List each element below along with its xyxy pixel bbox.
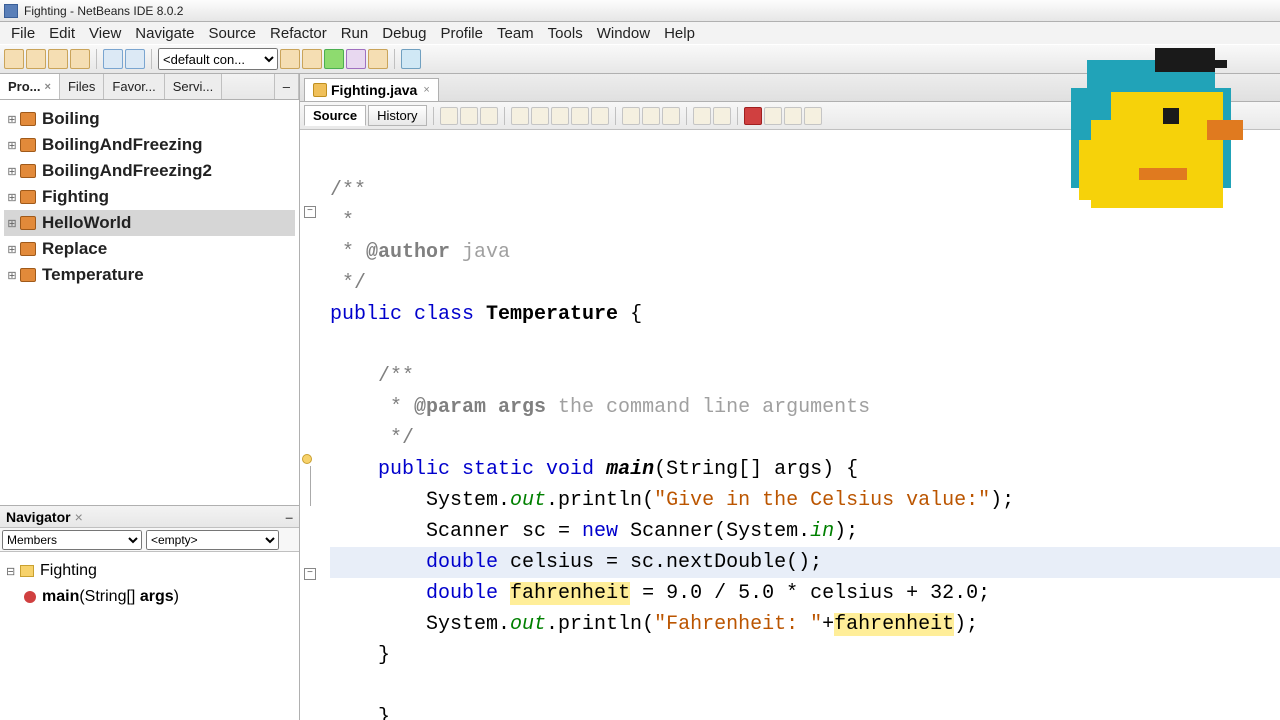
nav-class[interactable]: ⊟Fighting <box>6 558 293 584</box>
duck-logo-icon <box>1046 48 1256 228</box>
menu-file[interactable]: File <box>4 23 42 44</box>
editor-tool-icon[interactable] <box>551 107 569 125</box>
window-title: Fighting - NetBeans IDE 8.0.2 <box>24 4 183 18</box>
method-icon <box>24 591 36 603</box>
project-icon <box>20 190 36 204</box>
menu-debug[interactable]: Debug <box>375 23 433 44</box>
new-file-icon[interactable] <box>4 49 24 69</box>
menu-team[interactable]: Team <box>490 23 541 44</box>
minimize-panel-icon[interactable]: – <box>285 509 293 525</box>
editor-tool-icon[interactable] <box>460 107 478 125</box>
close-icon[interactable]: × <box>45 81 51 93</box>
fold-toggle-icon[interactable]: − <box>304 206 316 218</box>
editor-tool-icon[interactable] <box>511 107 529 125</box>
save-all-icon[interactable] <box>70 49 90 69</box>
new-project-icon[interactable] <box>26 49 46 69</box>
menu-source[interactable]: Source <box>201 23 263 44</box>
project-boilingandfreezing2[interactable]: ⊞BoilingAndFreezing2 <box>4 158 295 184</box>
run-config-select[interactable]: <default con... <box>158 48 278 70</box>
menu-edit[interactable]: Edit <box>42 23 82 44</box>
navigator-panel: Navigator × – Members <empty> ⊟Fighting … <box>0 505 299 720</box>
tab-services[interactable]: Servi... <box>165 74 222 99</box>
editor-tool-icon[interactable] <box>784 107 802 125</box>
menu-window[interactable]: Window <box>590 23 657 44</box>
menu-run[interactable]: Run <box>334 23 376 44</box>
navigator-tree[interactable]: ⊟Fighting main(String[] args) <box>0 552 299 720</box>
fold-toggle-icon[interactable]: − <box>304 568 316 580</box>
breakpoint-icon[interactable] <box>744 107 762 125</box>
tab-files[interactable]: Files <box>60 74 104 99</box>
menu-help[interactable]: Help <box>657 23 702 44</box>
tab-projects[interactable]: Pro...× <box>0 74 60 99</box>
close-icon[interactable]: × <box>75 509 83 525</box>
project-replace[interactable]: ⊞Replace <box>4 236 295 262</box>
nav-method-main[interactable]: main(String[] args) <box>6 584 293 610</box>
menu-refactor[interactable]: Refactor <box>263 23 334 44</box>
step-icon[interactable] <box>401 49 421 69</box>
project-icon <box>20 216 36 230</box>
class-icon <box>20 565 34 577</box>
editor-tool-icon[interactable] <box>480 107 498 125</box>
minimize-panel-icon[interactable]: – <box>274 74 299 99</box>
project-boilingandfreezing[interactable]: ⊞BoilingAndFreezing <box>4 132 295 158</box>
editor-tool-icon[interactable] <box>622 107 640 125</box>
editor-tool-icon[interactable] <box>662 107 680 125</box>
menubar: File Edit View Navigate Source Refactor … <box>0 22 1280 44</box>
clean-build-icon[interactable] <box>302 49 322 69</box>
window-titlebar: Fighting - NetBeans IDE 8.0.2 <box>0 0 1280 22</box>
project-icon <box>20 268 36 282</box>
project-helloworld[interactable]: ⊞HelloWorld <box>4 210 295 236</box>
menu-navigate[interactable]: Navigate <box>128 23 201 44</box>
profile-icon[interactable] <box>368 49 388 69</box>
undo-icon[interactable] <box>103 49 123 69</box>
project-icon <box>20 164 36 178</box>
tab-favorites[interactable]: Favor... <box>104 74 164 99</box>
menu-profile[interactable]: Profile <box>433 23 490 44</box>
editor-tool-icon[interactable] <box>531 107 549 125</box>
nav-options-icon[interactable] <box>281 531 299 549</box>
project-icon <box>20 112 36 126</box>
source-view-button[interactable]: Source <box>304 105 366 126</box>
history-view-button[interactable]: History <box>368 105 426 126</box>
app-icon <box>4 4 18 18</box>
debug-icon[interactable] <box>346 49 366 69</box>
projects-tree[interactable]: ⊞Boiling ⊞BoilingAndFreezing ⊞BoilingAnd… <box>0 100 299 505</box>
navigator-title: Navigator <box>6 509 71 525</box>
navigator-view-select[interactable]: Members <box>2 530 142 550</box>
build-icon[interactable] <box>280 49 300 69</box>
project-icon <box>20 242 36 256</box>
menu-tools[interactable]: Tools <box>541 23 590 44</box>
project-boiling[interactable]: ⊞Boiling <box>4 106 295 132</box>
editor-tool-icon[interactable] <box>713 107 731 125</box>
editor-tool-icon[interactable] <box>591 107 609 125</box>
redo-icon[interactable] <box>125 49 145 69</box>
editor-tool-icon[interactable] <box>571 107 589 125</box>
editor-tool-icon[interactable] <box>764 107 782 125</box>
close-icon[interactable]: × <box>423 84 429 96</box>
navigator-filter-select[interactable]: <empty> <box>146 530 279 550</box>
run-icon[interactable] <box>324 49 344 69</box>
project-icon <box>20 138 36 152</box>
java-file-icon <box>313 83 327 97</box>
project-temperature[interactable]: ⊞Temperature <box>4 262 295 288</box>
left-panel-tabs: Pro...× Files Favor... Servi... – <box>0 74 299 100</box>
editor-tool-icon[interactable] <box>804 107 822 125</box>
editor-tool-icon[interactable] <box>693 107 711 125</box>
open-project-icon[interactable] <box>48 49 68 69</box>
menu-view[interactable]: View <box>82 23 128 44</box>
editor-tool-icon[interactable] <box>440 107 458 125</box>
editor-tab-fighting[interactable]: Fighting.java × <box>304 78 439 101</box>
editor-tool-icon[interactable] <box>642 107 660 125</box>
project-fighting[interactable]: ⊞Fighting <box>4 184 295 210</box>
